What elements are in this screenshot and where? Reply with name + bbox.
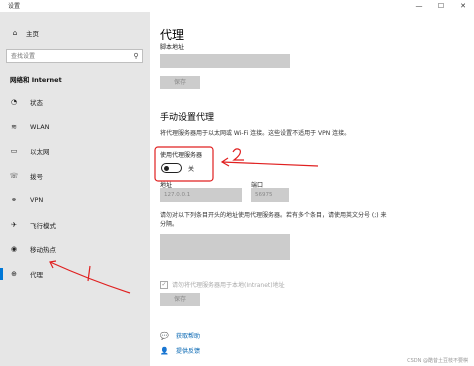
window-controls: — ☐ ✕ — [408, 0, 474, 12]
close-button[interactable]: ✕ — [452, 0, 474, 12]
help-icon: 💬 — [160, 331, 169, 340]
search-icon[interactable]: ⚲ — [130, 52, 142, 60]
search-box[interactable]: ⚲ — [6, 49, 143, 63]
maximize-button[interactable]: ☐ — [430, 0, 452, 12]
checkbox-icon[interactable]: ✓ — [160, 280, 168, 289]
sidebar-item-status[interactable]: ◔ 状态 — [0, 90, 150, 115]
feedback-link-row[interactable]: 👤 提供反馈 — [160, 346, 200, 356]
sidebar: ⌂ 主页 ⚲ 网络和 Internet ◔ 状态 ≋ WLAN ▭ 以太网 ☏ … — [0, 12, 150, 366]
home-icon: ⌂ — [12, 29, 18, 37]
use-proxy-label: 使用代理服务器 — [160, 152, 203, 159]
sidebar-item-label: 移动热点 — [30, 246, 56, 255]
title-bar: 设置 — ☐ ✕ — [0, 0, 474, 12]
local-address-checkbox-label: 请勿将代理服务器用于本地(Intranet)地址 — [172, 282, 285, 289]
exclude-description: 请勿对以下列条目开头的地址使用代理服务器。若有多个条目，请使用英文分号 (;) … — [160, 212, 387, 228]
sidebar-item-hotspot[interactable]: ◉ 移动热点 — [0, 237, 150, 262]
local-address-checkbox-row[interactable]: ✓ 请勿将代理服务器用于本地(Intranet)地址 — [160, 280, 285, 289]
window-title: 设置 — [8, 3, 21, 10]
sidebar-item-label: WLAN — [30, 122, 50, 131]
ethernet-icon: ▭ — [10, 147, 18, 156]
airplane-icon: ✈ — [11, 220, 17, 229]
sidebar-item-label: 代理 — [30, 270, 43, 279]
script-address-label: 脚本地址 — [160, 44, 185, 51]
manual-proxy-heading: 手动设置代理 — [160, 113, 215, 123]
sidebar-item-label: 以太网 — [30, 148, 50, 157]
search-input[interactable] — [7, 50, 130, 62]
script-save-button[interactable]: 保存 — [160, 76, 200, 89]
sidebar-item-airplane[interactable]: ✈ 飞行模式 — [0, 213, 150, 238]
sidebar-item-vpn[interactable]: ⚭ VPN — [0, 188, 150, 213]
sidebar-nav: ◔ 状态 ≋ WLAN ▭ 以太网 ☏ 拨号 ⚭ VPN ✈ 飞行模式 ◉ 移动… — [0, 90, 150, 286]
sidebar-item-label: VPN — [30, 196, 44, 205]
minimize-button[interactable]: — — [408, 0, 430, 12]
port-input[interactable]: 56975 — [251, 188, 289, 202]
page-title: 代理 — [160, 28, 185, 42]
sidebar-item-proxy[interactable]: ⊕ 代理 — [0, 262, 150, 287]
sidebar-item-wlan[interactable]: ≋ WLAN — [0, 115, 150, 140]
toggle-knob — [164, 165, 169, 171]
address-value: 127.0.0.1 — [164, 192, 191, 198]
feedback-link[interactable]: 提供反馈 — [176, 346, 200, 355]
help-link-row[interactable]: 💬 获取帮助 — [160, 331, 200, 341]
sidebar-home[interactable]: ⌂ 主页 — [10, 27, 39, 39]
sidebar-item-dialup[interactable]: ☏ 拨号 — [0, 164, 150, 189]
sidebar-item-ethernet[interactable]: ▭ 以太网 — [0, 139, 150, 164]
exclude-input[interactable] — [160, 234, 290, 260]
watermark: CSDN @酷昔土豆枝不要棋 — [407, 358, 468, 364]
sidebar-home-label: 主页 — [26, 30, 39, 38]
status-icon: ◔ — [10, 98, 18, 107]
help-link[interactable]: 获取帮助 — [176, 331, 200, 340]
sidebar-item-label: 拨号 — [30, 172, 43, 181]
vpn-icon: ⚭ — [11, 196, 17, 205]
feedback-icon: 👤 — [160, 346, 169, 355]
proxy-save-button[interactable]: 保存 — [160, 293, 200, 306]
wifi-icon: ≋ — [11, 122, 17, 131]
sidebar-section-title: 网络和 Internet — [10, 76, 62, 84]
use-proxy-toggle[interactable] — [161, 163, 182, 173]
globe-icon: ⊕ — [11, 269, 17, 278]
main-panel: 代理 脚本地址 保存 手动设置代理 将代理服务器用于以太网或 Wi-Fi 连接。… — [150, 12, 474, 366]
manual-proxy-description: 将代理服务器用于以太网或 Wi-Fi 连接。这些设置不适用于 VPN 连接。 — [160, 130, 351, 137]
address-input[interactable]: 127.0.0.1 — [160, 188, 242, 202]
script-address-input[interactable] — [160, 54, 290, 68]
port-value: 56975 — [255, 192, 273, 198]
sidebar-item-label: 状态 — [30, 99, 43, 108]
sidebar-item-label: 飞行模式 — [30, 221, 56, 230]
hotspot-icon: ◉ — [10, 245, 18, 254]
toggle-state-text: 关 — [188, 166, 195, 173]
dialup-icon: ☏ — [9, 171, 19, 180]
